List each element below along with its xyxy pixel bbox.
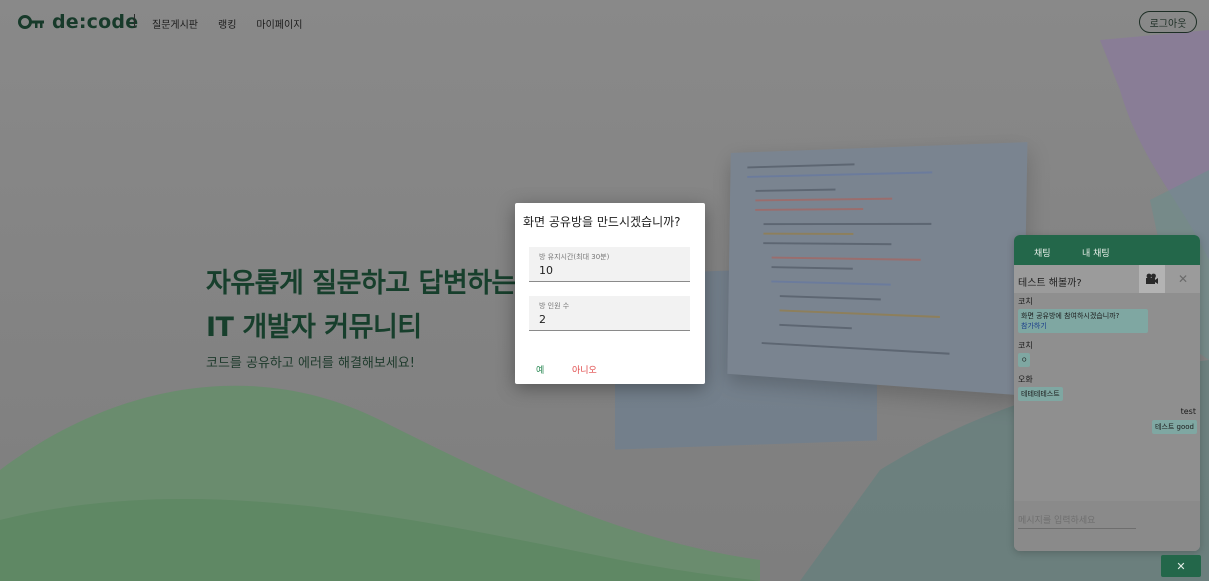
join-link[interactable]: 참가하기 xyxy=(1021,321,1145,331)
message-bubble: 테테테테스트 xyxy=(1018,387,1063,401)
duration-field-label: 방 유지시간(최대 30분) xyxy=(539,253,610,261)
close-icon: ✕ xyxy=(1177,272,1189,286)
close-icon: ✕ xyxy=(1176,559,1186,573)
hero-subtitle: 코드를 공유하고 에러를 해결해보세요! xyxy=(206,356,415,371)
message-bubble: 테스트 good xyxy=(1152,420,1197,434)
main-nav: 질문게시판 랭킹 마이페이지 xyxy=(152,16,302,31)
nav-mypage[interactable]: 마이페이지 xyxy=(256,16,302,31)
hero-title: 자유롭게 질문하고 답변하는 IT 개발자 커뮤니티 xyxy=(206,262,516,350)
chat-close-button[interactable]: ✕ xyxy=(1170,265,1196,293)
chat-tabs: 채팅 내 채팅 xyxy=(1014,235,1200,265)
duration-field-value[interactable]: 10 xyxy=(539,264,553,277)
member-count-field-value[interactable]: 2 xyxy=(539,313,546,326)
header-divider xyxy=(134,14,135,28)
chat-room-header: 테스트 해볼까? ✕ xyxy=(1014,265,1200,293)
message-sender: 오화 xyxy=(1018,375,1033,384)
member-count-field-label: 방 인원 수 xyxy=(539,302,570,310)
message-sender: 코치 xyxy=(1018,297,1033,306)
logout-button[interactable]: 로그아웃 xyxy=(1139,11,1197,33)
message-bubble: ㅇ xyxy=(1018,353,1031,367)
chat-panel: 채팅 내 채팅 테스트 해볼까? ✕ 코치 화면 공유방에 참여하시겠습니까? … xyxy=(1014,235,1200,551)
top-header: de:code 질문게시판 랭킹 마이페이지 로그아웃 xyxy=(0,0,1209,44)
code-preview-front xyxy=(727,142,1028,396)
chat-input-area: 메시지를 입력하세요 xyxy=(1014,501,1200,551)
nav-ranking[interactable]: 랭킹 xyxy=(218,16,236,31)
member-count-field[interactable]: 방 인원 수 2 xyxy=(529,296,690,331)
message-input[interactable]: 메시지를 입력하세요 xyxy=(1018,513,1136,529)
chat-toggle-button[interactable]: ✕ xyxy=(1161,555,1201,577)
chat-room-title: 테스트 해볼까? xyxy=(1018,278,1082,289)
message-sender: 코치 xyxy=(1018,341,1033,350)
video-camera-icon xyxy=(1146,273,1158,284)
message-text: 화면 공유방에 참여하시겠습니까? xyxy=(1021,312,1120,320)
tab-chat[interactable]: 채팅 xyxy=(1034,246,1051,259)
hero-title-line-1: 자유롭게 질문하고 답변하는 xyxy=(206,268,516,299)
logo[interactable]: de:code xyxy=(18,11,138,33)
tab-my-chat[interactable]: 내 채팅 xyxy=(1082,246,1110,259)
video-call-button[interactable] xyxy=(1139,265,1165,293)
confirm-yes-button[interactable]: 예 xyxy=(536,363,544,376)
message-bubble: 화면 공유방에 참여하시겠습니까? 참가하기 xyxy=(1018,309,1148,333)
nav-question-board[interactable]: 질문게시판 xyxy=(152,16,198,31)
hero-title-line-2: IT 개발자 커뮤니티 xyxy=(206,312,422,343)
dialog-title: 화면 공유방을 만드시겠습니까? xyxy=(523,215,681,229)
logo-text: de:code xyxy=(52,11,139,33)
create-screen-share-dialog: 화면 공유방을 만드시겠습니까? 방 유지시간(최대 30분) 10 방 인원 … xyxy=(515,203,705,384)
key-logo-icon xyxy=(18,15,44,29)
duration-field[interactable]: 방 유지시간(최대 30분) 10 xyxy=(529,247,690,282)
message-sender: test xyxy=(1180,407,1196,416)
confirm-no-button[interactable]: 아니오 xyxy=(572,363,597,376)
